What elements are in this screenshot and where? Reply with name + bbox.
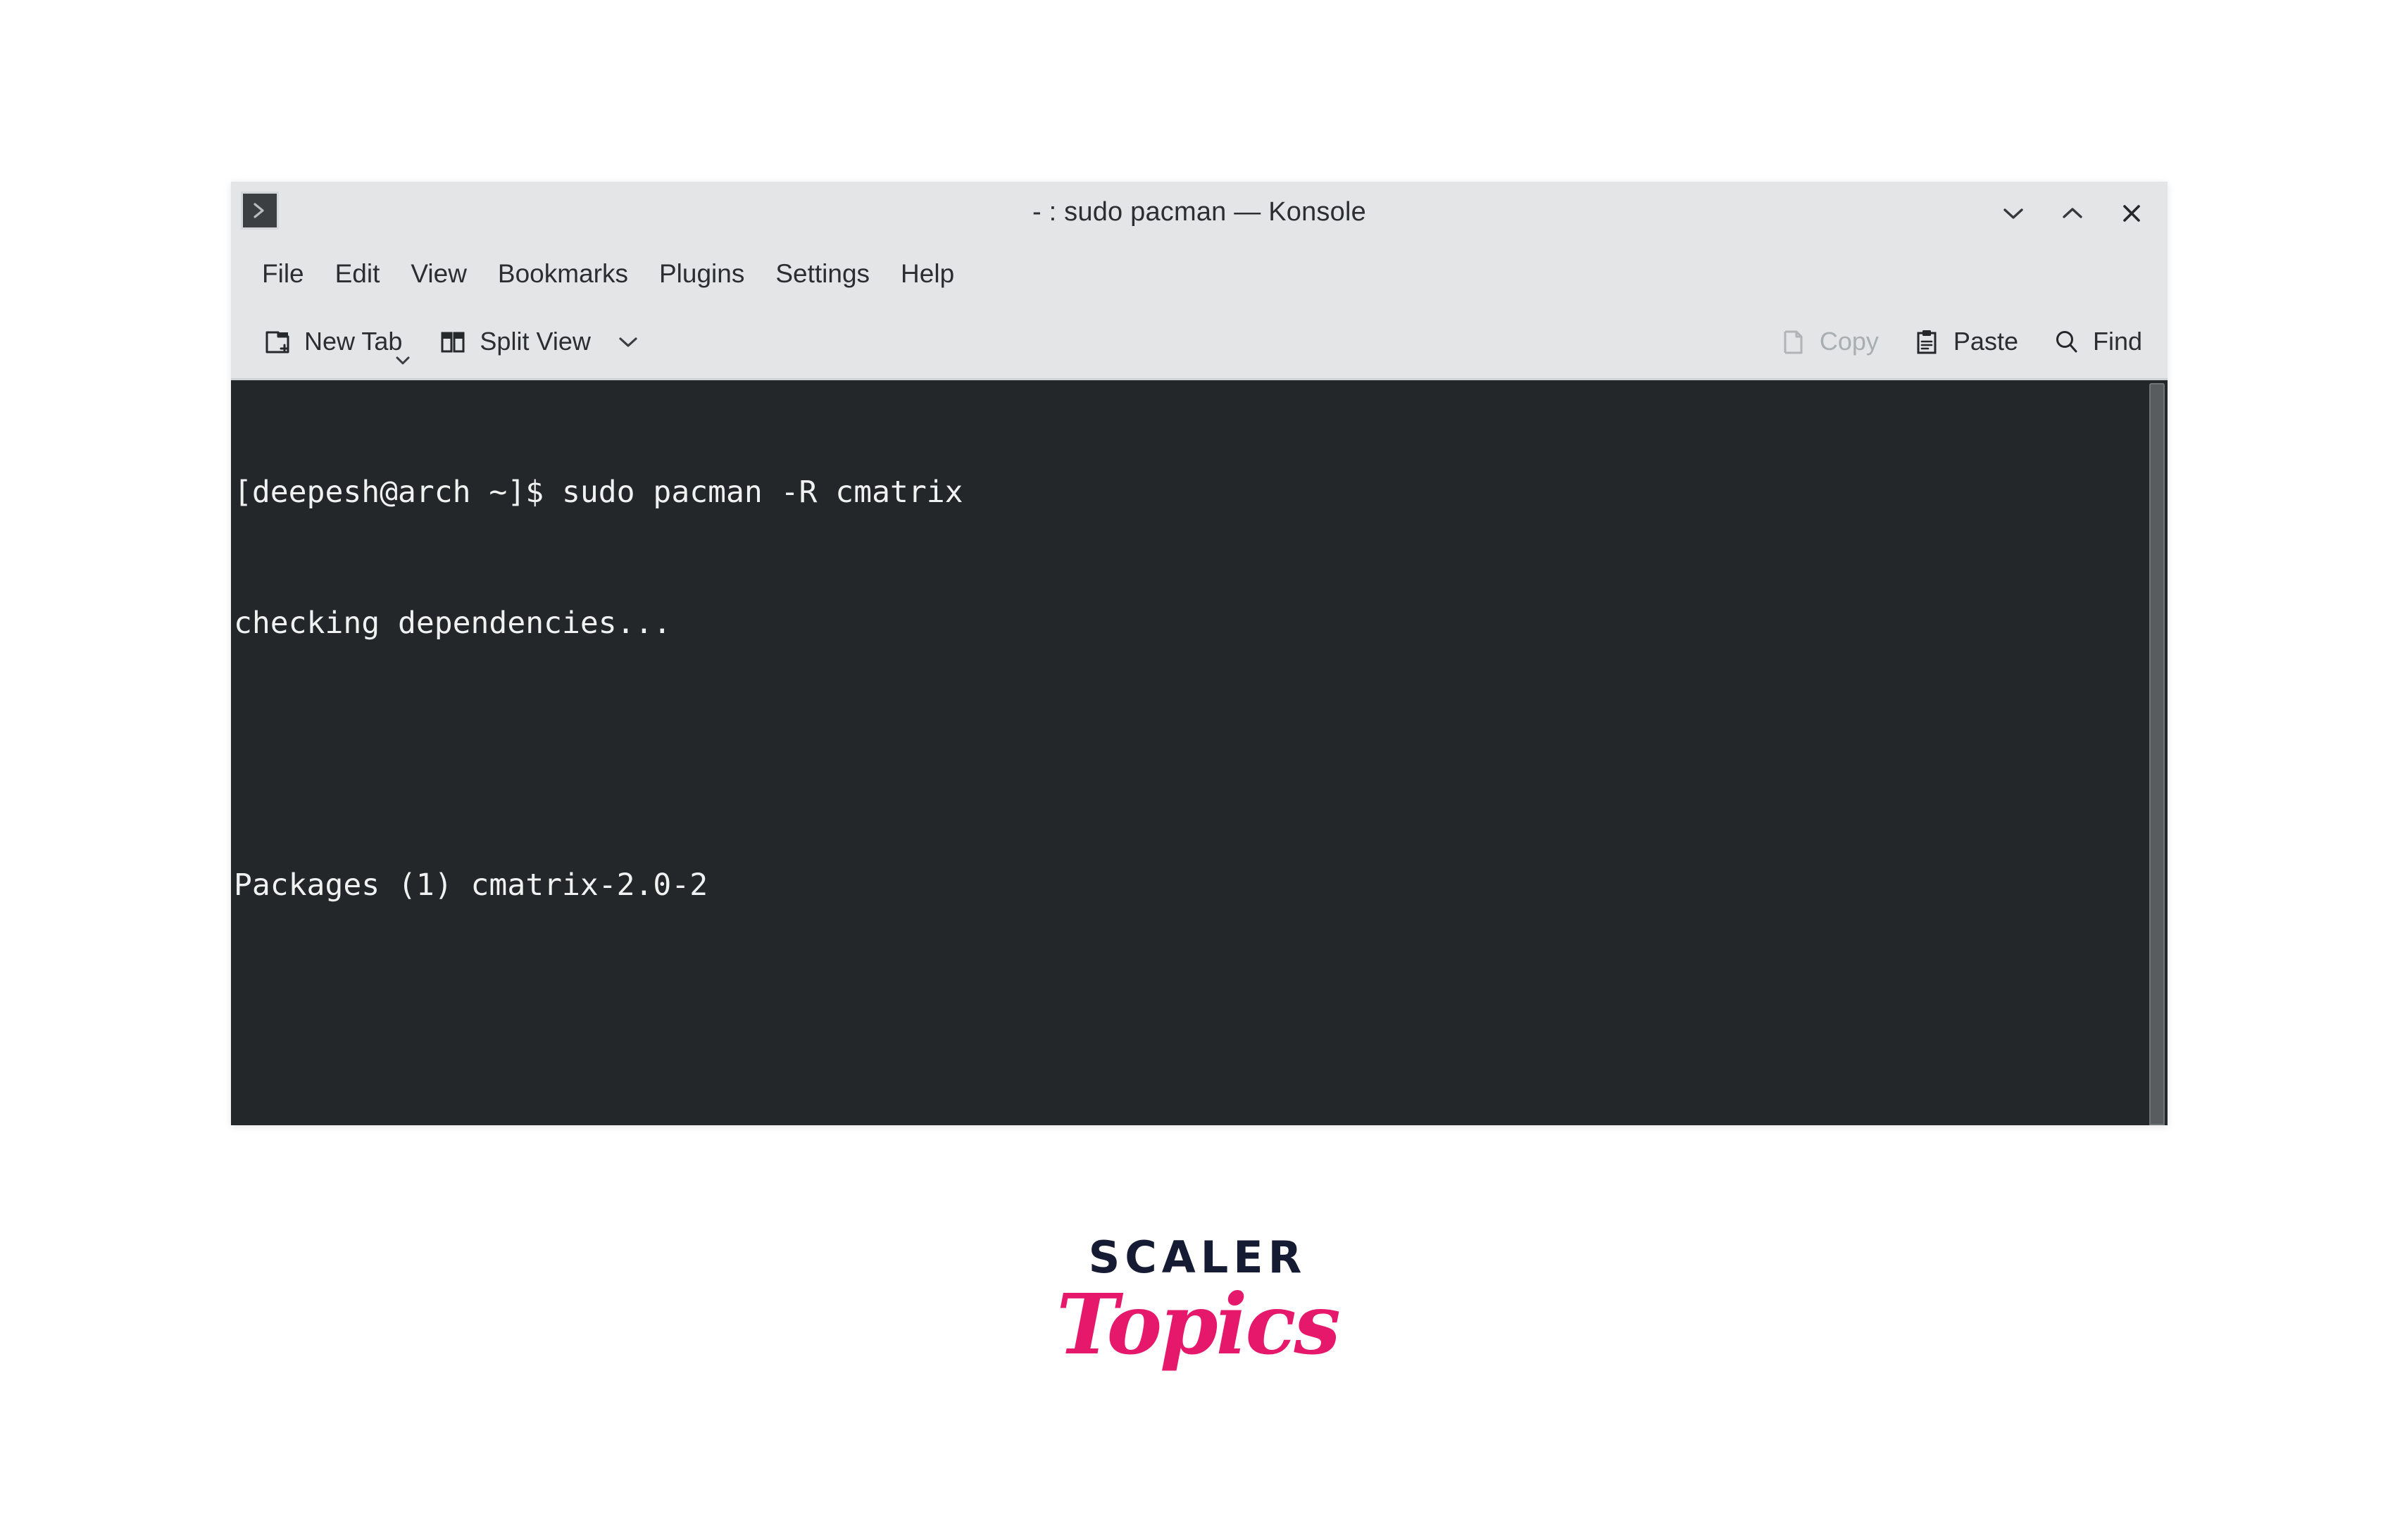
close-button[interactable] bbox=[2111, 194, 2152, 232]
split-view-chevron-down-icon[interactable] bbox=[613, 325, 654, 358]
menu-bar: File Edit View Bookmarks Plugins Setting… bbox=[231, 244, 2168, 304]
scaler-topics-logo: SCALER Topics bbox=[0, 1236, 2395, 1368]
maximize-button[interactable] bbox=[2052, 194, 2093, 232]
copy-button[interactable]: Copy bbox=[1765, 318, 1891, 365]
menu-item-view[interactable]: View bbox=[395, 252, 482, 296]
terminal-scrollbar-thumb[interactable] bbox=[2149, 383, 2165, 1125]
split-view-icon bbox=[437, 326, 468, 357]
split-view-button[interactable]: Split View bbox=[425, 318, 603, 365]
toolbar: New Tab Split View Copy Paste Find bbox=[231, 304, 2168, 380]
terminal-line: checking dependencies... bbox=[234, 606, 672, 641]
toolbar-left-group: New Tab Split View bbox=[249, 318, 654, 365]
menu-item-plugins[interactable]: Plugins bbox=[644, 252, 760, 296]
menu-item-settings[interactable]: Settings bbox=[760, 252, 885, 296]
copy-label: Copy bbox=[1819, 326, 1879, 356]
window-controls bbox=[1993, 194, 2152, 232]
paste-label: Paste bbox=[1953, 326, 2018, 356]
find-label: Find bbox=[2092, 326, 2142, 356]
terminal-line: [deepesh@arch ~]$ sudo pacman -R cmatrix bbox=[234, 475, 963, 510]
logo-topics-text: Topics bbox=[1056, 1275, 1341, 1373]
new-tab-icon bbox=[262, 326, 293, 357]
new-tab-button[interactable]: New Tab bbox=[249, 318, 415, 365]
konsole-window: - : sudo pacman — Konsole File Edit View… bbox=[231, 182, 2168, 1125]
minimize-button[interactable] bbox=[1993, 194, 2034, 232]
paste-button[interactable]: Paste bbox=[1899, 318, 2031, 365]
terminal-area[interactable]: [deepesh@arch ~]$ sudo pacman -R cmatrix… bbox=[231, 380, 2168, 1125]
menu-item-bookmarks[interactable]: Bookmarks bbox=[482, 252, 644, 296]
logo-scaler-text: SCALER bbox=[1088, 1232, 1307, 1283]
paste-icon bbox=[1911, 326, 1942, 357]
menu-item-help[interactable]: Help bbox=[885, 252, 970, 296]
terminal-scrollbar[interactable] bbox=[2146, 380, 2168, 1125]
toolbar-right-group: Copy Paste Find bbox=[1765, 318, 2155, 365]
menu-item-edit[interactable]: Edit bbox=[320, 252, 396, 296]
title-bar[interactable]: - : sudo pacman — Konsole bbox=[231, 182, 2168, 244]
terminal-output[interactable]: [deepesh@arch ~]$ sudo pacman -R cmatrix… bbox=[234, 383, 2168, 1125]
new-tab-chevron-down-icon[interactable] bbox=[394, 354, 412, 367]
terminal-line: Packages (1) cmatrix-2.0-2 bbox=[234, 868, 708, 903]
split-view-label: Split View bbox=[480, 326, 591, 356]
window-title: - : sudo pacman — Konsole bbox=[1032, 197, 1366, 227]
menu-item-file[interactable]: File bbox=[246, 252, 320, 296]
find-button[interactable]: Find bbox=[2038, 318, 2155, 365]
search-icon bbox=[2051, 326, 2082, 357]
new-tab-label: New Tab bbox=[304, 326, 403, 356]
copy-icon bbox=[1777, 326, 1808, 357]
